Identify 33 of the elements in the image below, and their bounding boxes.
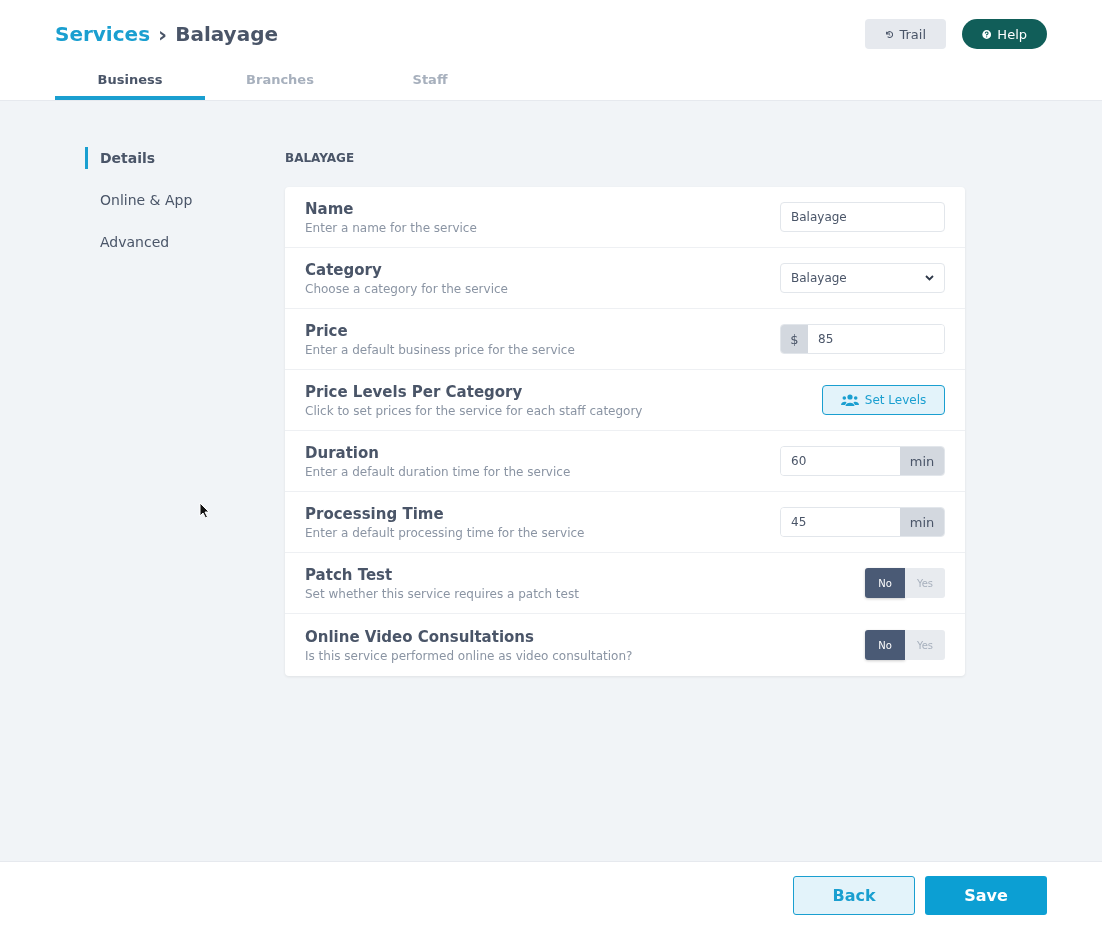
field-label: Processing Time (305, 504, 444, 523)
field-description: Enter a name for the service (305, 220, 477, 235)
field-description: Enter a default business price for the service (305, 342, 575, 357)
users-icon (840, 394, 859, 406)
field-label: Patch Test (305, 565, 393, 584)
field-description: Set whether this service requires a patch test (305, 586, 579, 601)
toggle-option[interactable]: No (865, 630, 905, 660)
field-description: Click to set prices for the service for each staff category (305, 403, 643, 418)
field-description: Enter a default processing time for the service (305, 525, 585, 540)
field-label: Price (305, 321, 348, 340)
section-title: BALAYAGE (285, 151, 355, 165)
trail-button[interactable]: Trail (865, 19, 946, 49)
page-title: Balayage (175, 22, 279, 46)
field-label: Category (305, 260, 382, 279)
help-button[interactable]: Help (962, 19, 1047, 49)
tab[interactable]: Business (55, 68, 205, 100)
field-label: Price Levels Per Category (305, 382, 523, 401)
chevron-down-icon (925, 275, 934, 281)
help-icon (982, 27, 992, 41)
field-label: Name (305, 199, 354, 218)
cursor-icon (199, 502, 210, 519)
toggle-option[interactable]: No (865, 568, 905, 598)
sidebar-item[interactable]: Details (85, 147, 156, 169)
field-description: Choose a category for the service (305, 281, 508, 296)
field-label: Duration (305, 443, 379, 462)
sidebar-item[interactable]: Online & App (85, 189, 193, 211)
text-field[interactable]: Balayage (780, 202, 945, 232)
sidebar-item[interactable]: Advanced (85, 231, 170, 253)
dropdown[interactable]: Balayage (780, 263, 945, 293)
field-description: Enter a default duration time for the service (305, 464, 571, 479)
field-label: Online Video Consultations (305, 627, 534, 646)
breadcrumb-separator: › (158, 21, 168, 47)
field-description: Is this service performed online as video consultation? (305, 648, 633, 663)
